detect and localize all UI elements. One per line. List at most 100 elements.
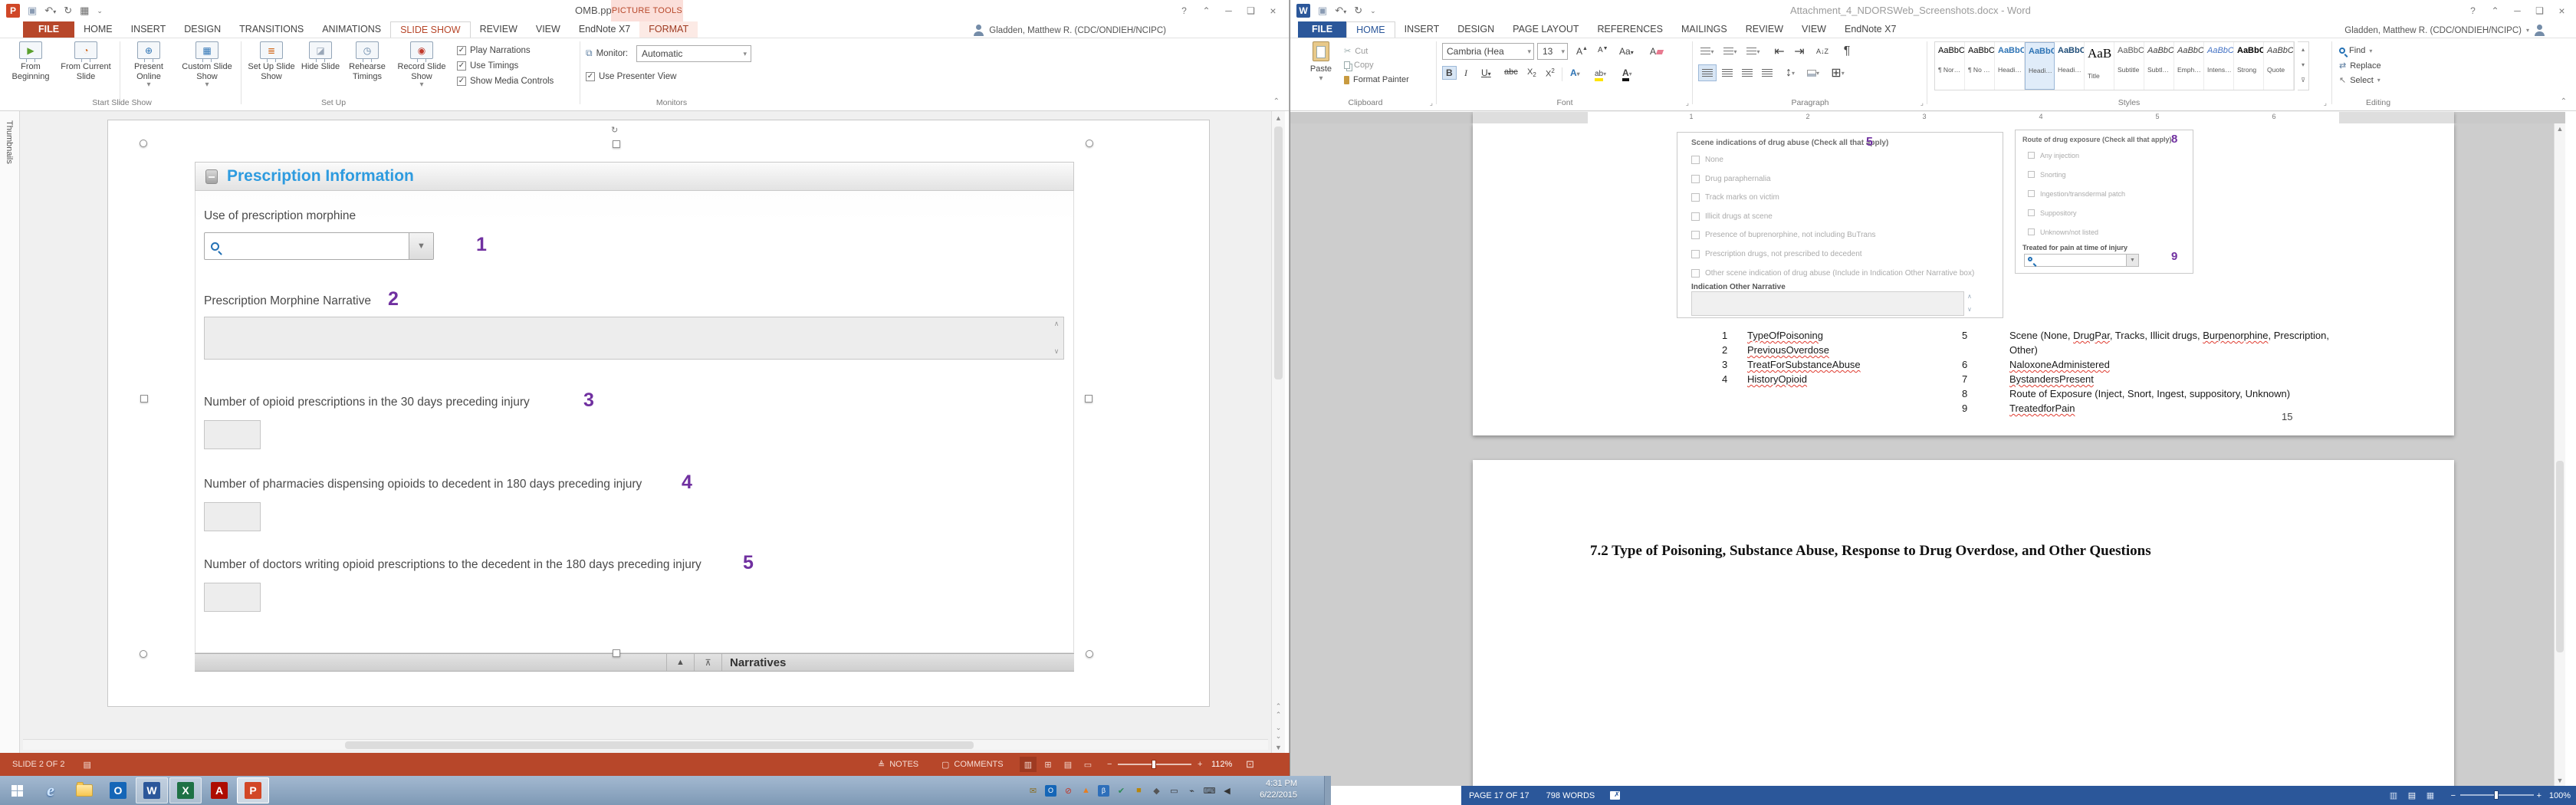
style-chip[interactable]: AaBbCcDc Emphasis [2174, 42, 2204, 90]
zoom-slider-thumb[interactable] [2494, 790, 2499, 800]
style-chip[interactable]: AaBbCcDc ¶ Normal [1935, 42, 1965, 90]
help-icon[interactable]: ? [1173, 0, 1195, 21]
use-timings-checkbox[interactable]: ✓ Use Timings [457, 61, 518, 71]
play-narrations-checkbox[interactable]: ✓ Play Narrations [457, 46, 531, 55]
selection-handle[interactable] [140, 650, 147, 658]
zoom-slider[interactable] [1118, 760, 1191, 769]
font-color-icon[interactable]: A▾ [1618, 66, 1636, 83]
ppt-tab-endnote[interactable]: EndNote X7 [570, 21, 639, 38]
style-chip[interactable]: AaBbCcDc Quote [2264, 42, 2294, 90]
word-tab-review[interactable]: REVIEW [1737, 21, 1792, 38]
justify-button[interactable] [1758, 64, 1776, 81]
monitor-dropdown[interactable]: Automatic ▾ [636, 45, 751, 62]
redo-icon[interactable]: ↻ [64, 5, 72, 17]
rehearse-timings-button[interactable]: ◷ Rehearse Timings [342, 41, 393, 92]
shading-icon[interactable]: ▾ [1804, 64, 1822, 81]
scroll-down-icon[interactable]: ▾ [2298, 58, 2308, 73]
slide-indicator[interactable]: SLIDE 2 OF 2 [12, 760, 64, 769]
minimize-icon[interactable]: ─ [2506, 0, 2528, 21]
tray-display-icon[interactable]: ▭ [1168, 785, 1180, 797]
more-styles-icon[interactable]: ⊽ [2298, 73, 2308, 88]
grow-font-icon[interactable]: A▲ [1572, 44, 1592, 58]
q2-narrative-textarea[interactable] [204, 317, 1064, 360]
zoom-slider[interactable] [2460, 790, 2534, 800]
taskbar-outlook[interactable]: O [102, 777, 134, 803]
tray-outlook-icon[interactable]: O [1045, 784, 1056, 797]
taskbar-file-explorer[interactable] [68, 777, 100, 803]
taskbar-excel[interactable]: X [169, 777, 202, 803]
selection-handle[interactable] [1086, 140, 1093, 147]
undo-icon[interactable]: ↶▾ [1335, 5, 1346, 17]
style-chip[interactable]: AaBbCcDc ¶ No Spac... [1965, 42, 1995, 90]
custom-slide-show-button[interactable]: ▦ Custom Slide Show ▾ [175, 41, 239, 92]
ribbon-display-icon[interactable]: ⌃ [2484, 0, 2506, 21]
scroll-down-icon[interactable]: ▼ [1272, 744, 1285, 751]
start-button[interactable] [1, 777, 33, 803]
scroll-to-top-icon[interactable]: ▲ [666, 654, 694, 671]
ppt-tab-review[interactable]: REVIEW [471, 21, 527, 38]
word-user-account[interactable]: Gladden, Matthew R. (CDC/ONDIEH/NCIPC) ▾ [2344, 25, 2545, 36]
show-media-controls-checkbox[interactable]: ✓ Show Media Controls [457, 77, 554, 86]
scroll-up-icon[interactable]: ▴ [2298, 42, 2308, 58]
style-chip[interactable]: AaBbCcDc Strong [2234, 42, 2264, 90]
replace-button[interactable]: ⇄ Replace [2339, 61, 2381, 71]
collapse-ribbon-icon[interactable]: ⌃ [1273, 97, 1280, 106]
decrease-indent-icon[interactable]: ⇤ [1770, 43, 1789, 60]
word-vertical-scrollbar[interactable]: ▲ ▼ [2554, 123, 2565, 786]
format-painter-button[interactable]: Format Painter [1344, 75, 1409, 84]
reading-view-button[interactable]: ▤ [1060, 757, 1076, 772]
proofing-status-icon[interactable]: ✗ [1610, 790, 1621, 800]
shrink-font-icon[interactable]: A▼ [1594, 44, 1612, 56]
ppt-tab-file[interactable]: FILE [23, 21, 75, 38]
increase-indent-icon[interactable]: ⇥ [1790, 43, 1809, 60]
document-page-15[interactable]: Scene indications of drug abuse (Check a… [1473, 123, 2454, 435]
selection-handle[interactable] [1086, 650, 1093, 658]
from-current-slide-button[interactable]: ◔ From Current Slide [55, 41, 117, 92]
selection-handle[interactable] [613, 140, 620, 148]
line-spacing-icon[interactable]: ↕ ▾ [1781, 64, 1799, 81]
slide-show-view-button[interactable]: ▭ [1079, 757, 1096, 772]
word-count[interactable]: 798 WORDS [1546, 791, 1595, 800]
bullets-icon[interactable]: ▾ [1698, 43, 1717, 60]
zoom-out-icon[interactable]: − [1107, 760, 1112, 769]
word-document-area[interactable]: Scene indications of drug abuse (Check a… [1290, 123, 2565, 786]
selection-handle[interactable] [140, 395, 148, 402]
word-tab-page-layout[interactable]: PAGE LAYOUT [1503, 21, 1588, 38]
tray-shield-icon[interactable]: ▲ [1080, 785, 1092, 797]
strikethrough-icon[interactable]: abc [1500, 66, 1522, 78]
scroll-up-icon[interactable]: ▲ [1272, 114, 1285, 122]
q4-input[interactable] [204, 502, 261, 531]
save-icon[interactable]: ▣ [1318, 5, 1327, 17]
q3-input[interactable] [204, 420, 261, 449]
tray-network-icon[interactable]: ⌨ [1204, 785, 1216, 797]
restore-icon[interactable]: ❑ [2528, 0, 2551, 21]
word-tab-mailings[interactable]: MAILINGS [1672, 21, 1737, 38]
taskbar-powerpoint[interactable]: P [237, 777, 269, 803]
sort-icon[interactable]: A↓Z [1813, 43, 1832, 60]
record-slide-show-button[interactable]: ◉ Record Slide Show ▾ [394, 41, 449, 92]
normal-view-button[interactable]: ▥ [1020, 757, 1037, 772]
close-icon[interactable]: × [2551, 0, 2573, 21]
subscript-icon[interactable]: X2 [1523, 66, 1540, 80]
tray-lock-icon[interactable]: ■ [1133, 785, 1145, 797]
next-slide-icon[interactable]: ⌄ ⌄ [1272, 724, 1285, 741]
ppt-tab-view[interactable]: VIEW [527, 21, 570, 38]
tray-antivirus-icon[interactable]: ✔ [1116, 785, 1127, 797]
copy-button[interactable]: Copy [1344, 61, 1374, 70]
undo-icon[interactable]: ↶▾ [44, 5, 56, 17]
borders-icon[interactable]: ⊞ ▾ [1829, 64, 1847, 81]
ppt-tab-slide-show[interactable]: SLIDE SHOW [390, 21, 471, 38]
bold-button[interactable]: B [1442, 66, 1457, 80]
close-icon[interactable]: × [1262, 0, 1284, 21]
q5-input[interactable] [204, 583, 261, 612]
align-right-button[interactable] [1738, 64, 1756, 81]
ppt-tab-format[interactable]: FORMAT [639, 21, 698, 38]
taskbar-acrobat[interactable]: A [203, 777, 235, 803]
q1-search-combo[interactable]: ▼ [204, 232, 434, 260]
highlight-color-icon[interactable]: ab▾ [1591, 66, 1610, 83]
scroll-up-icon[interactable]: ▲ [2555, 125, 2565, 133]
show-desktop-button[interactable] [1324, 776, 1331, 805]
clipboard-dialog-launcher-icon[interactable]: ⌟ [1430, 99, 1433, 107]
paragraph-dialog-launcher-icon[interactable]: ⌟ [1921, 99, 1924, 107]
notes-button[interactable]: ≜ NOTES [878, 760, 918, 770]
